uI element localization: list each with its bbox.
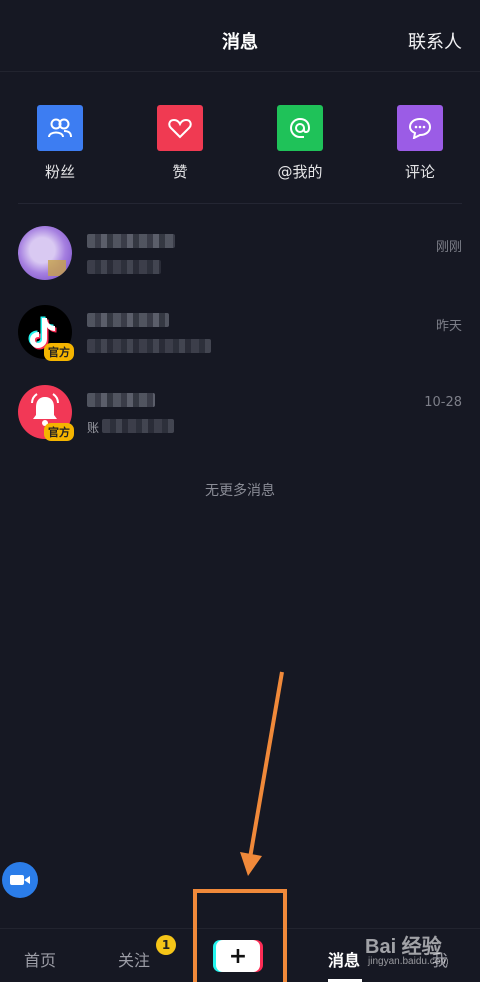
blurred-preview xyxy=(87,260,161,274)
heart-icon xyxy=(157,105,203,151)
video-camera-icon xyxy=(10,875,30,885)
message-row[interactable]: 刚刚 xyxy=(0,226,480,296)
fans-icon xyxy=(37,105,83,151)
quick-label: 评论 xyxy=(404,163,435,181)
follow-count-badge: 1 xyxy=(156,935,176,955)
top-bar: 消息 联系人 xyxy=(0,0,480,72)
quick-entries: 粉丝 赞 @我的 评论 xyxy=(0,100,480,200)
quick-label: @我的 xyxy=(277,163,323,181)
quick-label: 赞 xyxy=(172,163,188,181)
quick-mentions[interactable]: @我的 xyxy=(255,105,345,182)
quick-likes[interactable]: 赞 xyxy=(135,105,225,182)
watermark-url: jingyan.baidu.com xyxy=(368,956,449,967)
tab-home[interactable]: 首页 xyxy=(24,947,56,971)
official-badge: 官方 xyxy=(44,343,74,361)
blurred-preview xyxy=(87,339,211,353)
quick-label: 粉丝 xyxy=(44,163,75,181)
message-time: 10-28 xyxy=(424,395,462,410)
blurred-name xyxy=(87,393,155,407)
annotation-highlight-box xyxy=(193,889,287,982)
watermark-logo: Bai 经验 xyxy=(365,936,442,958)
message-preview-prefix: 账 xyxy=(87,421,100,435)
blurred-name xyxy=(87,313,169,327)
pixelated-overlay xyxy=(48,260,66,276)
message-time: 昨天 xyxy=(435,319,462,334)
quick-comments[interactable]: 评论 xyxy=(375,105,465,182)
message-row[interactable]: 官方 昨天 xyxy=(0,305,480,375)
at-icon xyxy=(277,105,323,151)
message-row[interactable]: 官方 账 10-28 xyxy=(0,385,480,455)
avatar xyxy=(18,226,72,280)
tab-messages[interactable]: 消息 xyxy=(328,947,360,971)
blurred-preview xyxy=(102,419,174,433)
section-divider xyxy=(18,203,462,204)
floating-camera-button[interactable] xyxy=(2,862,38,898)
contacts-button[interactable]: 联系人 xyxy=(408,28,462,54)
tab-follow[interactable]: 关注 xyxy=(118,947,150,971)
blurred-name xyxy=(87,234,175,248)
official-badge: 官方 xyxy=(44,423,74,441)
comment-icon xyxy=(397,105,443,151)
message-time: 刚刚 xyxy=(435,240,462,255)
quick-fans[interactable]: 粉丝 xyxy=(15,105,105,182)
no-more-messages: 无更多消息 xyxy=(205,483,275,499)
